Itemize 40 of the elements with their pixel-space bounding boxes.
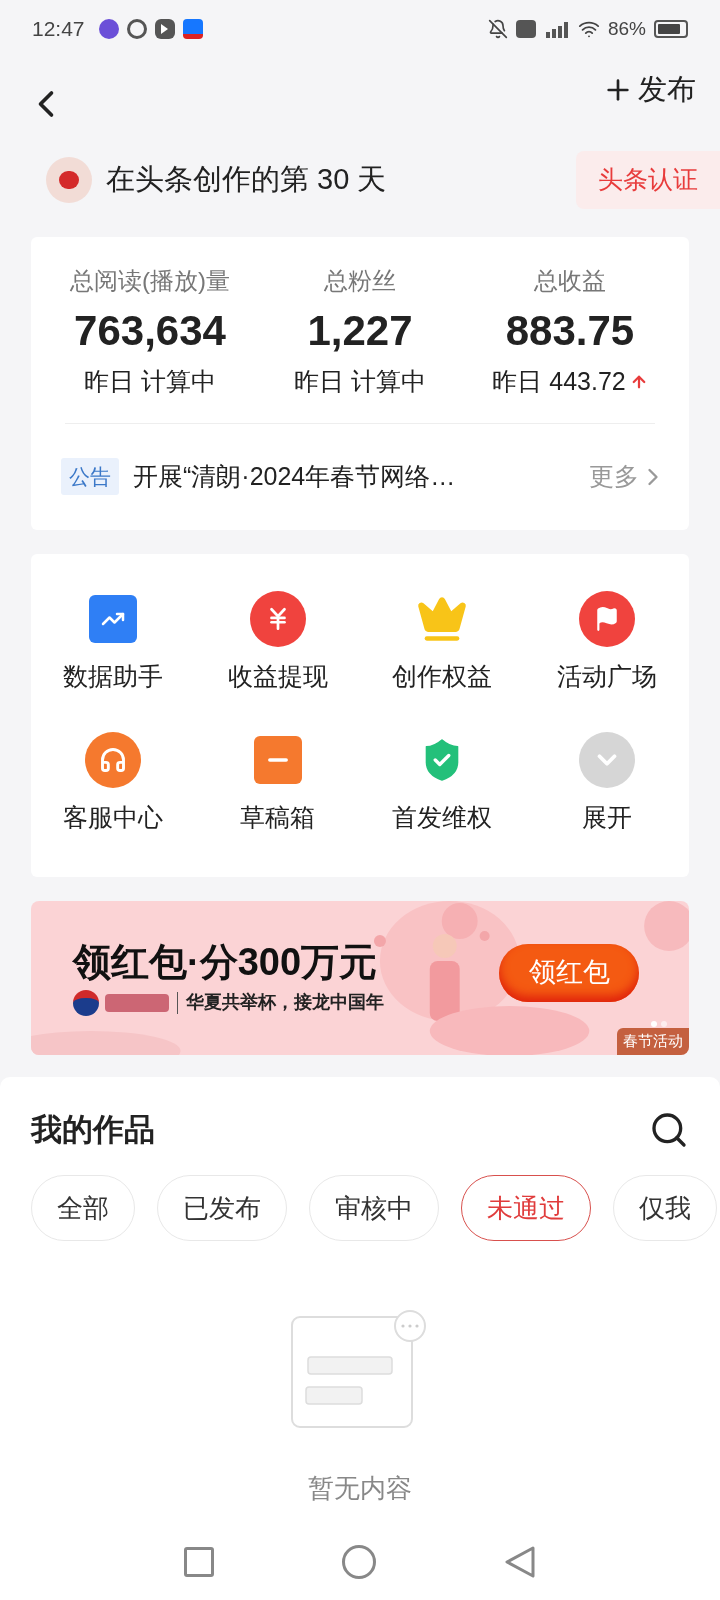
battery-percent: 86% [607,16,646,41]
stat-value: 883.75 [505,306,635,356]
banner-slogan: 华夏共举杯，接龙中国年 [186,991,384,1014]
tool-item[interactable]: 草稿箱 [195,731,360,837]
section-title: 我的作品 [31,1110,155,1149]
tool-item[interactable]: 客服中心 [31,731,196,837]
tool-item[interactable]: 创作权益 [360,589,525,695]
back-nav-icon[interactable] [504,1545,536,1579]
play-icon [154,19,175,39]
stat-label: 总粉丝 [324,266,396,296]
status-time: 12:47 [32,16,85,43]
creator-days: 在头条创作的第 30 天 [106,158,387,202]
notice-tag: 公告 [61,457,119,496]
tool-item[interactable]: 活动广场 [524,589,689,695]
bell-off-icon [487,19,508,39]
empty-message: 暂无内容 [308,1472,412,1505]
stat-label: 总收益 [534,266,606,296]
tool-item[interactable]: 收益提现 [195,589,360,695]
stat-yesterday: 昨日 443.72 [492,366,626,397]
stat-yesterday: 昨日 计算中 [84,366,216,397]
recent-apps-button[interactable] [184,1547,214,1577]
tool-item[interactable]: 展开 [524,731,689,837]
tool-item[interactable]: 首发维权 [360,731,525,837]
signal-icon [543,20,570,38]
notice-text[interactable]: 开展“清朗·2024年春节网络… [133,457,456,496]
event-tag: 春节活动 [617,1028,689,1055]
promo-banner[interactable]: 领红包·分300万元 华夏共举杯，接龙中国年 领红包 春节活动 [31,900,689,1055]
app-icon [98,19,119,39]
home-button[interactable] [342,1545,376,1579]
battery-icon [654,20,688,38]
stat-label: 总阅读(播放)量 [70,266,230,296]
app-icon [182,19,203,39]
verification-badge[interactable]: 头条认证 [576,151,720,209]
stat-value: 763,634 [74,306,226,356]
publish-button[interactable]: 发布 [602,68,696,112]
banner-headline: 领红包·分300万元 [73,940,379,985]
tool-item[interactable]: 数据助手 [31,589,196,695]
stat-yesterday: 昨日 计算中 [294,366,426,397]
stat-value: 1,227 [307,306,413,356]
avatar [46,157,92,203]
